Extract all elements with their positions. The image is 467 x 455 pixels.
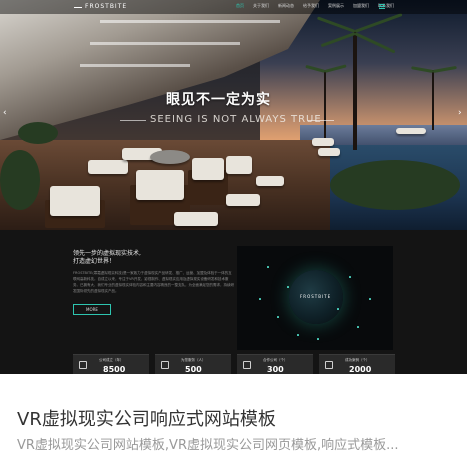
nav-item-news[interactable]: 新闻动态 (278, 3, 294, 9)
nav-item-join[interactable]: 加盟我们 (353, 3, 369, 9)
hero-subtitle: SEEING IS NOT ALWAYS TRUE (150, 114, 322, 125)
palm-tree (432, 70, 434, 130)
user-icon (161, 361, 169, 369)
site-navbar: FROSTBITE 首页 关于我们 新闻动态 给予我们 案例展示 加盟我们 联系… (0, 0, 467, 14)
about-section: 领先一步的虚拟现实技术, 打造虚幻世界！ FROSTBITE(寒霜虚拟现实科技)… (0, 230, 467, 374)
stat-card: 公司成立（年） 8500 (73, 354, 149, 374)
lounge-cushion (50, 186, 100, 216)
balcony-line (80, 64, 190, 67)
stats-bar: 公司成立（年） 8500 为您服务（人） 500 合作公司（个） 300 成功案… (0, 354, 467, 374)
shrub (330, 160, 460, 210)
hamburger-menu-icon[interactable] (379, 4, 385, 9)
pool-lounger (318, 148, 340, 156)
particle (369, 298, 371, 300)
balcony-line (100, 20, 280, 23)
particle (317, 338, 319, 340)
ottoman (256, 176, 284, 186)
stat-label: 成功案例（个） (345, 358, 370, 362)
stat-card: 合作公司（个） 300 (237, 354, 313, 374)
nav-item-services[interactable]: 给予我们 (303, 3, 319, 9)
stat-card: 成功案例（个） 2000 (319, 354, 395, 374)
nav-menu: 首页 关于我们 新闻动态 给予我们 案例展示 加盟我们 联系我们 (236, 3, 394, 9)
calendar-icon (79, 361, 87, 369)
particle (349, 276, 351, 278)
stat-label: 公司成立（年） (99, 358, 124, 362)
stat-value: 2000 (349, 365, 372, 374)
logo-text: FROSTBITE (85, 3, 128, 10)
more-button[interactable]: MORE (73, 304, 111, 315)
stat-value: 8500 (103, 365, 126, 374)
palm-tree (324, 70, 326, 140)
particle (337, 308, 339, 310)
ottoman (174, 212, 218, 226)
ottoman (226, 194, 260, 206)
handshake-icon (243, 361, 251, 369)
pool-lounger (396, 128, 426, 134)
section-title: 领先一步的虚拟现实技术, 打造虚幻世界！ (73, 250, 141, 265)
particle (259, 298, 261, 300)
palm-tree (353, 30, 357, 150)
lounge-cushion (136, 170, 184, 200)
template-preview-image[interactable]: FROSTBITE 首页 关于我们 新闻动态 给予我们 案例展示 加盟我们 联系… (0, 0, 467, 374)
stat-label: 合作公司（个） (263, 358, 288, 362)
stat-card: 为您服务（人） 500 (155, 354, 231, 374)
shrub (0, 150, 40, 210)
nav-item-home[interactable]: 首页 (236, 3, 244, 9)
arrow-left-icon[interactable]: ‹ (3, 108, 7, 118)
template-title[interactable]: VR虚拟现实公司响应式网站模板 (17, 405, 276, 431)
shrub (18, 122, 58, 144)
particle (297, 334, 299, 336)
particle (357, 326, 359, 328)
fire-pit (150, 150, 190, 164)
nav-item-cases[interactable]: 案例展示 (328, 3, 344, 9)
hero-banner: FROSTBITE 首页 关于我们 新闻动态 给予我们 案例展示 加盟我们 联系… (0, 0, 467, 230)
lounge-cushion (192, 158, 224, 180)
template-subtitle: VR虚拟现实公司网站模板,VR虚拟现实公司网页模板,响应式模板... (17, 438, 399, 453)
globe-label: FROSTBITE (300, 294, 332, 299)
stat-value: 500 (185, 365, 202, 374)
section-body: FROSTBITE(寒霜虚拟现实科技)是一家致力于虚拟现实产品研发、推广、运营、… (73, 271, 234, 293)
pool-lounger (312, 138, 334, 146)
hero-divider (120, 120, 146, 121)
stat-value: 300 (267, 365, 284, 374)
hero-title: 眼见不一定为实 (166, 92, 271, 108)
site-logo[interactable]: FROSTBITE (74, 2, 127, 10)
lounge-cushion (226, 156, 252, 174)
globe-visual: FROSTBITE (237, 246, 393, 350)
template-card[interactable]: FROSTBITE 首页 关于我们 新闻动态 给予我们 案例展示 加盟我们 联系… (0, 0, 467, 455)
stat-label: 为您服务（人） (181, 358, 206, 362)
particle (277, 316, 279, 318)
nav-item-about[interactable]: 关于我们 (253, 3, 269, 9)
document-icon (325, 361, 333, 369)
particle (267, 266, 269, 268)
lounge-cushion (88, 160, 128, 174)
balcony-line (90, 42, 240, 45)
arrow-right-icon[interactable]: › (458, 108, 462, 118)
particle (287, 286, 289, 288)
logo-icon (74, 2, 82, 8)
